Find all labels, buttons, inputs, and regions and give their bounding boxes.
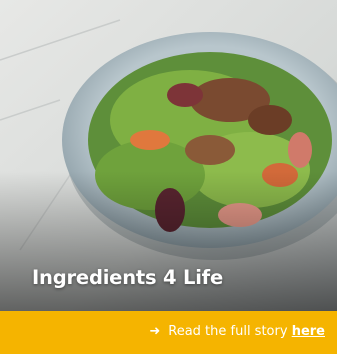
- here-link[interactable]: here: [292, 324, 325, 339]
- promo-title: Ingredients 4 Life: [32, 266, 223, 289]
- read-full-story-text: Read the full story: [168, 324, 292, 339]
- salad-photo: Ingredients 4 Life: [0, 0, 337, 311]
- read-full-story-link[interactable]: ➜ Read the full story here: [149, 324, 325, 339]
- read-more-bar[interactable]: ➜ Read the full story here: [0, 311, 337, 354]
- arrow-right-icon: ➜: [149, 324, 161, 339]
- promo-card[interactable]: Ingredients 4 Life ➜ Read the full story…: [0, 0, 337, 354]
